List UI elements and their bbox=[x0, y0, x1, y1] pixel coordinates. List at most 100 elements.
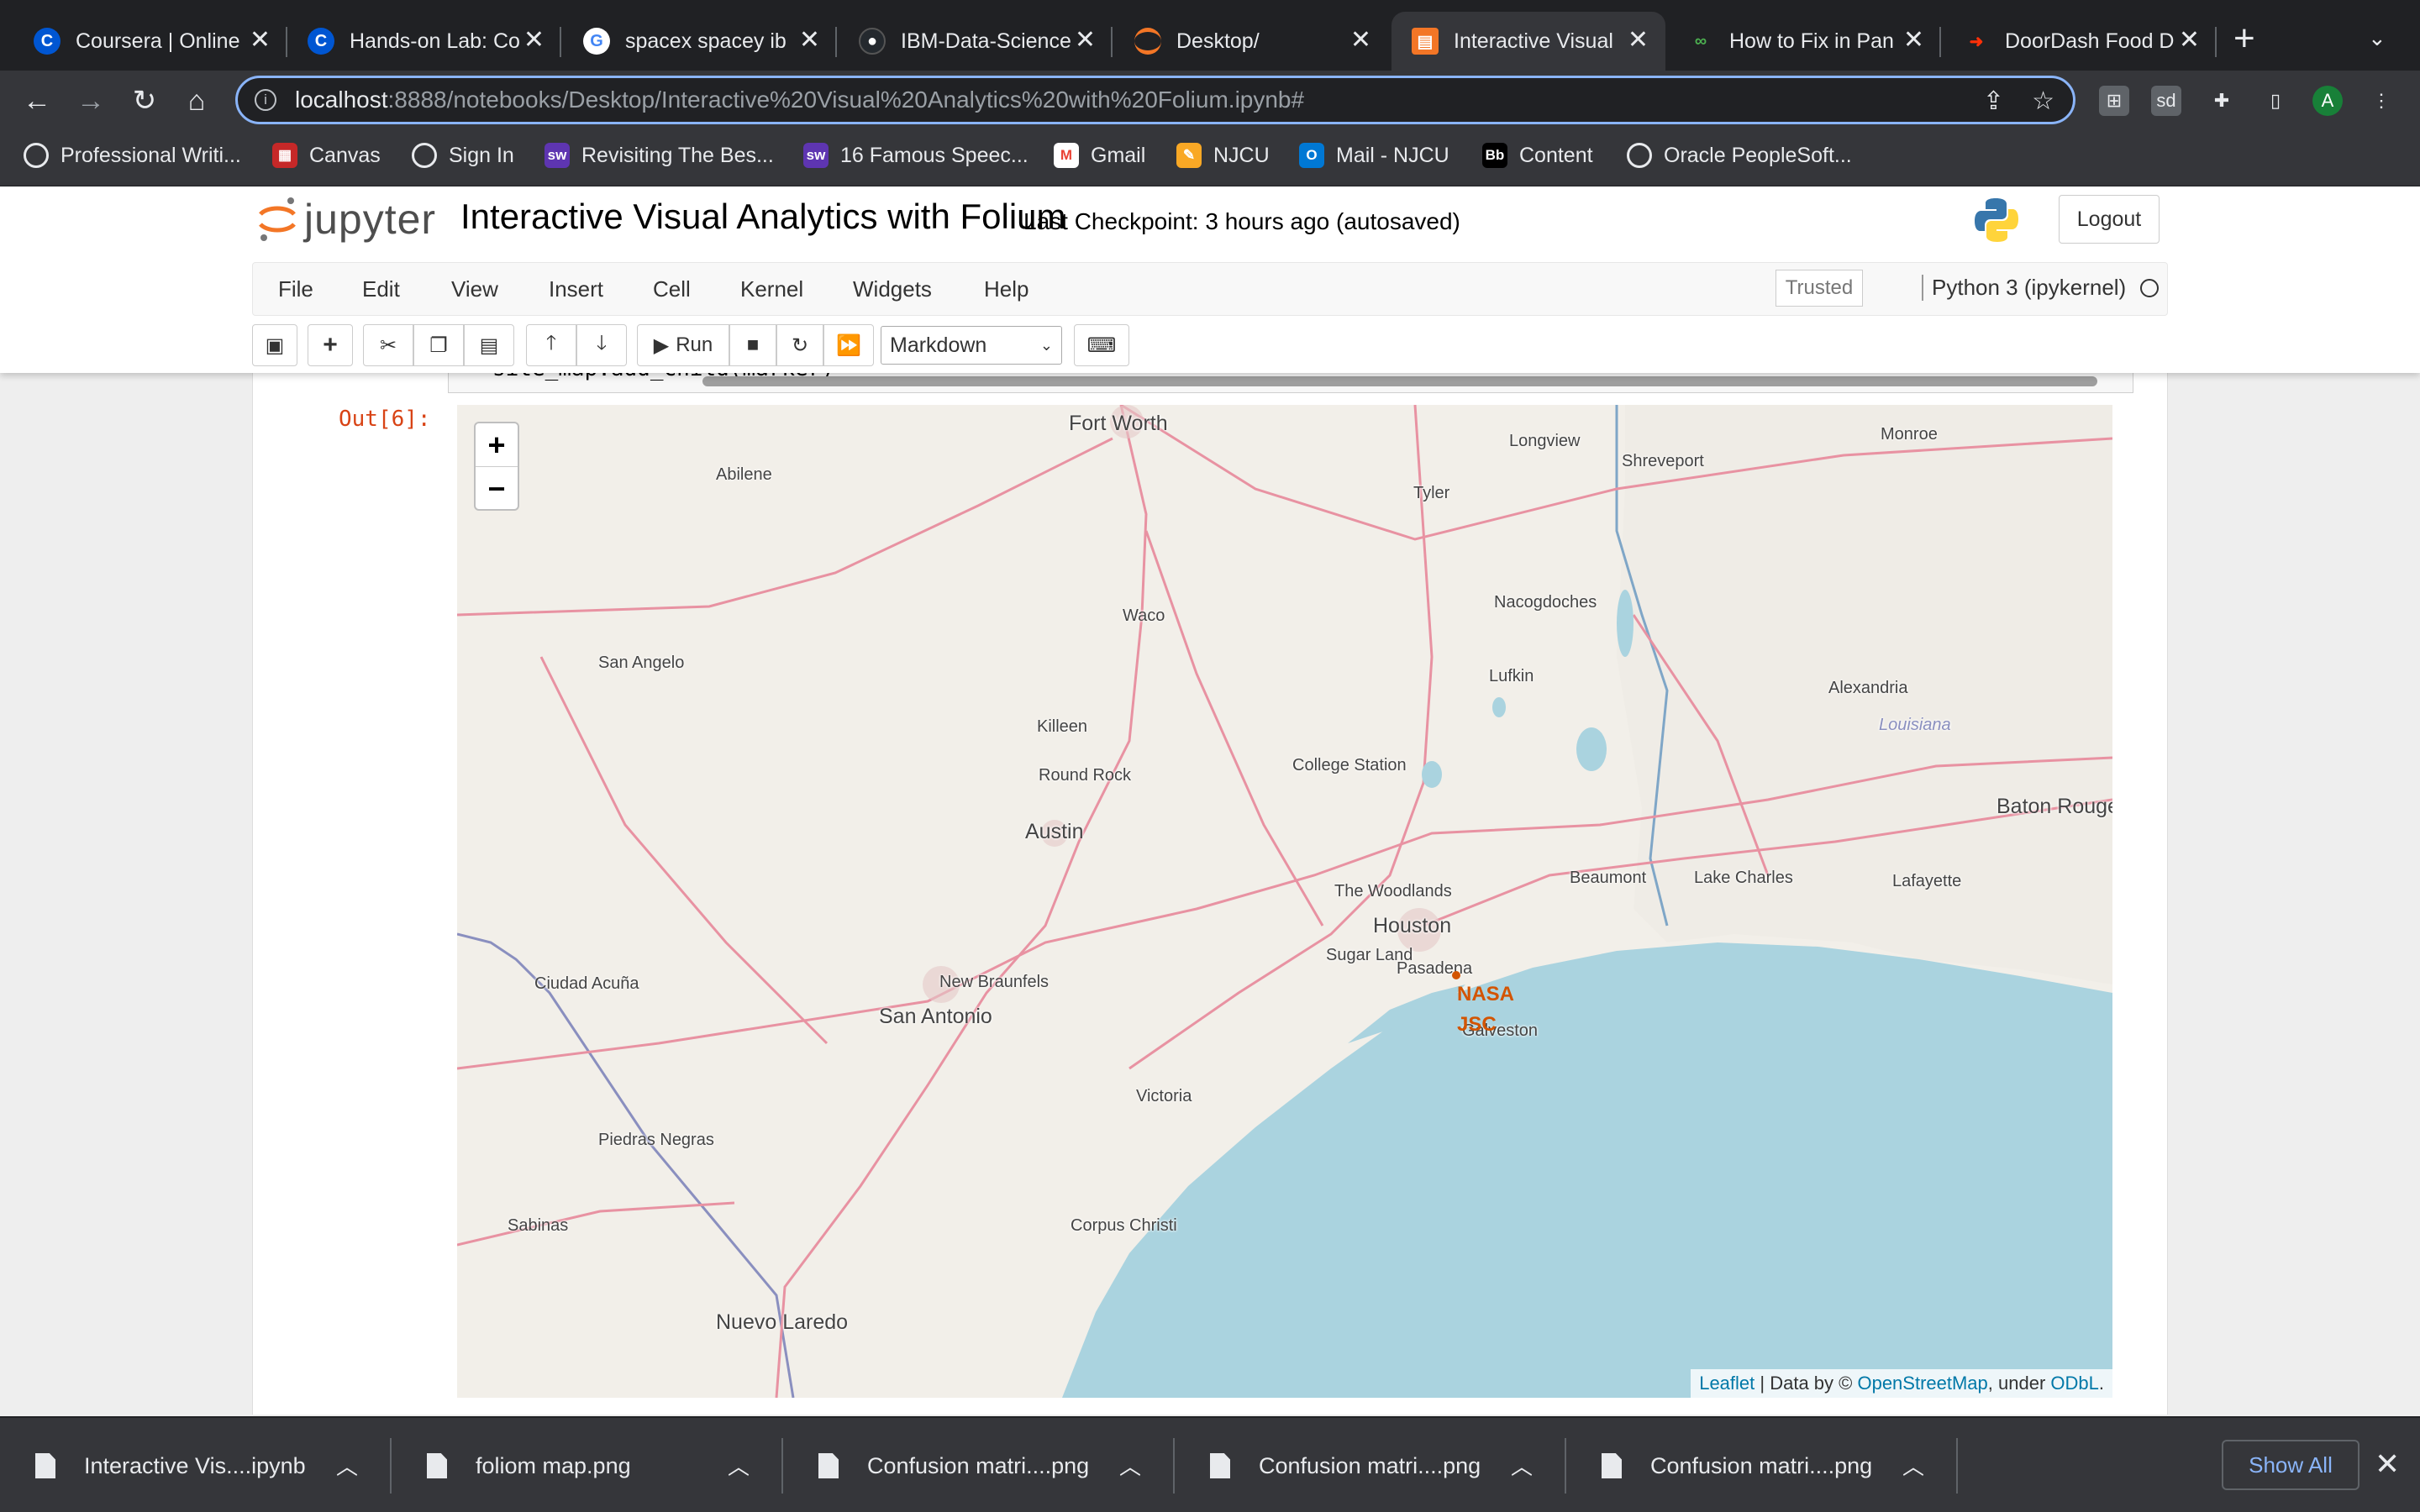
bookmark-item[interactable]: sw 16 Famous Speec... bbox=[803, 143, 1028, 168]
tab-desktop[interactable]: Desktop/ ✕ bbox=[1114, 12, 1388, 71]
openstreetmap-link[interactable]: OpenStreetMap bbox=[1857, 1373, 1987, 1394]
tab-github[interactable]: ● IBM-Data-Science ✕ bbox=[839, 12, 1113, 71]
close-icon[interactable]: ✕ bbox=[1628, 28, 1649, 53]
map-tiles[interactable] bbox=[457, 405, 2112, 1398]
horizontal-scrollbar[interactable] bbox=[702, 376, 2097, 386]
bookmark-item[interactable]: Oracle PeopleSoft... bbox=[1627, 143, 1852, 168]
close-icon[interactable]: ✕ bbox=[523, 28, 544, 53]
address-bar[interactable]: i localhost:8888/notebooks/Desktop/Inter… bbox=[235, 76, 2075, 124]
logout-button[interactable]: Logout bbox=[2059, 195, 2160, 244]
chevron-up-icon[interactable]: ︿ bbox=[728, 1450, 750, 1481]
extensions-puzzle-icon[interactable]: ✚ bbox=[2207, 86, 2237, 116]
restart-run-all-button[interactable]: ⏩ bbox=[823, 324, 874, 366]
bookmark-item[interactable]: sw Revisiting The Bes... bbox=[544, 143, 774, 168]
bookmark-item[interactable]: O Mail - NJCU bbox=[1299, 143, 1449, 168]
tab-doordash[interactable]: ➜ DoorDash Food D ✕ bbox=[1943, 12, 2217, 71]
menu-view[interactable]: View bbox=[451, 276, 498, 302]
new-tab-button[interactable]: + bbox=[2233, 20, 2255, 57]
bookmark-item[interactable]: ▦ Canvas bbox=[272, 143, 381, 168]
side-panel-icon[interactable]: ▯ bbox=[2260, 86, 2291, 116]
copy-button[interactable]: ❐ bbox=[413, 324, 464, 366]
tab-title: DoorDash Food D bbox=[2005, 29, 2175, 53]
code-cell-input[interactable]: 14 site_map.add_child(marker) bbox=[448, 373, 2133, 393]
site-info-icon[interactable]: i bbox=[255, 89, 276, 111]
close-icon[interactable]: ✕ bbox=[1350, 28, 1371, 53]
chevron-up-icon[interactable]: ︿ bbox=[336, 1450, 358, 1481]
close-icon[interactable]: ✕ bbox=[799, 28, 820, 53]
menu-file[interactable]: File bbox=[278, 276, 313, 302]
tab-coursera[interactable]: C Coursera | Online ✕ bbox=[13, 12, 287, 71]
restart-button[interactable]: ↻ bbox=[776, 324, 823, 366]
insert-cell-button[interactable]: + bbox=[308, 324, 353, 366]
bookmark-item[interactable]: M Gmail bbox=[1054, 143, 1145, 168]
move-up-button[interactable]: 🡑 bbox=[526, 324, 576, 366]
bookmark-item[interactable]: Sign In bbox=[412, 143, 514, 168]
chevron-up-icon[interactable]: ︿ bbox=[1511, 1450, 1533, 1481]
browser-menu-icon[interactable]: ⋮ bbox=[2366, 86, 2396, 116]
command-palette-button[interactable]: ⌨ bbox=[1074, 324, 1129, 366]
close-icon[interactable]: ✕ bbox=[2179, 28, 2200, 53]
chevron-up-icon[interactable]: ︿ bbox=[1902, 1450, 1924, 1481]
menu-insert[interactable]: Insert bbox=[549, 276, 603, 302]
interrupt-button[interactable]: ■ bbox=[729, 324, 776, 366]
zoom-in-button[interactable]: + bbox=[476, 423, 518, 467]
marker-label[interactable]: NASA JSC bbox=[1457, 979, 1513, 1040]
download-item[interactable]: Confusion matri....png ︿ bbox=[783, 1418, 1175, 1512]
tab-google-search[interactable]: G spacex spacey ib ✕ bbox=[563, 12, 837, 71]
zoom-out-button[interactable]: − bbox=[476, 467, 518, 511]
share-icon[interactable]: ⇪ bbox=[1983, 87, 2004, 116]
tab-interactive-visual[interactable]: ▤ Interactive Visual ✕ bbox=[1392, 12, 1665, 71]
bookmark-item[interactable]: Professional Writi... bbox=[24, 143, 241, 168]
menu-widgets[interactable]: Widgets bbox=[853, 276, 932, 302]
move-down-button[interactable]: 🡓 bbox=[576, 324, 627, 366]
run-button[interactable]: ▶ Run bbox=[637, 324, 729, 366]
reload-button[interactable]: ↻ bbox=[126, 82, 163, 119]
city-label: Lufkin bbox=[1489, 667, 1534, 685]
download-item[interactable]: Interactive Vis....ipynb ︿ bbox=[0, 1418, 392, 1512]
menu-cell[interactable]: Cell bbox=[653, 276, 691, 302]
menu-help[interactable]: Help bbox=[984, 276, 1028, 302]
location-marker[interactable] bbox=[1452, 971, 1460, 979]
extension-sd-icon[interactable]: sd bbox=[2151, 86, 2181, 116]
menu-edit[interactable]: Edit bbox=[362, 276, 400, 302]
chevron-up-icon[interactable]: ︿ bbox=[1119, 1450, 1141, 1481]
lakes bbox=[1422, 590, 1634, 788]
city-label: Killeen bbox=[1037, 717, 1088, 736]
tab-search-chevron-icon[interactable]: ⌄ bbox=[2368, 25, 2386, 51]
kernel-name[interactable]: Python 3 (ipykernel) bbox=[1922, 275, 2126, 301]
save-button[interactable]: ▣ bbox=[252, 324, 297, 366]
tab-hands-on-lab[interactable]: C Hands-on Lab: Co ✕ bbox=[287, 12, 561, 71]
forward-button[interactable]: → bbox=[72, 82, 109, 119]
tab-pandas-fix[interactable]: ∞ How to Fix in Pan ✕ bbox=[1667, 12, 1941, 71]
download-item[interactable]: foliom map.png ︿ bbox=[392, 1418, 783, 1512]
extension-icon[interactable]: ⊞ bbox=[2099, 86, 2129, 116]
paste-button[interactable]: ▤ bbox=[464, 324, 514, 366]
sw-icon: sw bbox=[544, 143, 570, 168]
notebook-title[interactable]: Interactive Visual Analytics with Folium bbox=[460, 197, 1066, 237]
folium-map[interactable]: Fort Worth Longview Shreveport Monroe Abilen… bbox=[457, 405, 2112, 1398]
close-icon[interactable]: ✕ bbox=[250, 28, 271, 53]
close-icon[interactable]: ✕ bbox=[2375, 1446, 2400, 1482]
bookmark-item[interactable]: Bb Content bbox=[1482, 143, 1593, 168]
city-label: Monroe bbox=[1881, 425, 1938, 444]
download-item[interactable]: Confusion matri....png ︿ bbox=[1175, 1418, 1566, 1512]
copy-icon: ❐ bbox=[429, 333, 448, 357]
tab-title: Hands-on Lab: Co bbox=[350, 29, 520, 53]
menu-kernel[interactable]: Kernel bbox=[740, 276, 803, 302]
cut-button[interactable]: ✂ bbox=[363, 324, 413, 366]
attribution-text: , under bbox=[1987, 1373, 2051, 1394]
leaflet-link[interactable]: Leaflet bbox=[1699, 1373, 1754, 1394]
close-icon[interactable]: ✕ bbox=[1075, 28, 1096, 53]
jupyter-logo[interactable]: jupyter bbox=[257, 195, 436, 244]
bookmark-star-icon[interactable]: ☆ bbox=[2032, 87, 2054, 116]
cell-type-select[interactable]: Markdown ⌄ bbox=[881, 326, 1062, 365]
show-all-button[interactable]: Show All bbox=[2222, 1440, 2360, 1490]
trusted-indicator[interactable]: Trusted bbox=[1776, 270, 1863, 307]
home-button[interactable]: ⌂ bbox=[178, 82, 215, 119]
back-button[interactable]: ← bbox=[18, 82, 55, 119]
download-item[interactable]: Confusion matri....png ︿ bbox=[1566, 1418, 1958, 1512]
close-icon[interactable]: ✕ bbox=[1903, 28, 1924, 53]
bookmark-item[interactable]: ✎ NJCU bbox=[1176, 143, 1270, 168]
odbl-link[interactable]: ODbL bbox=[2050, 1373, 2098, 1394]
profile-avatar[interactable]: A bbox=[2312, 86, 2343, 116]
